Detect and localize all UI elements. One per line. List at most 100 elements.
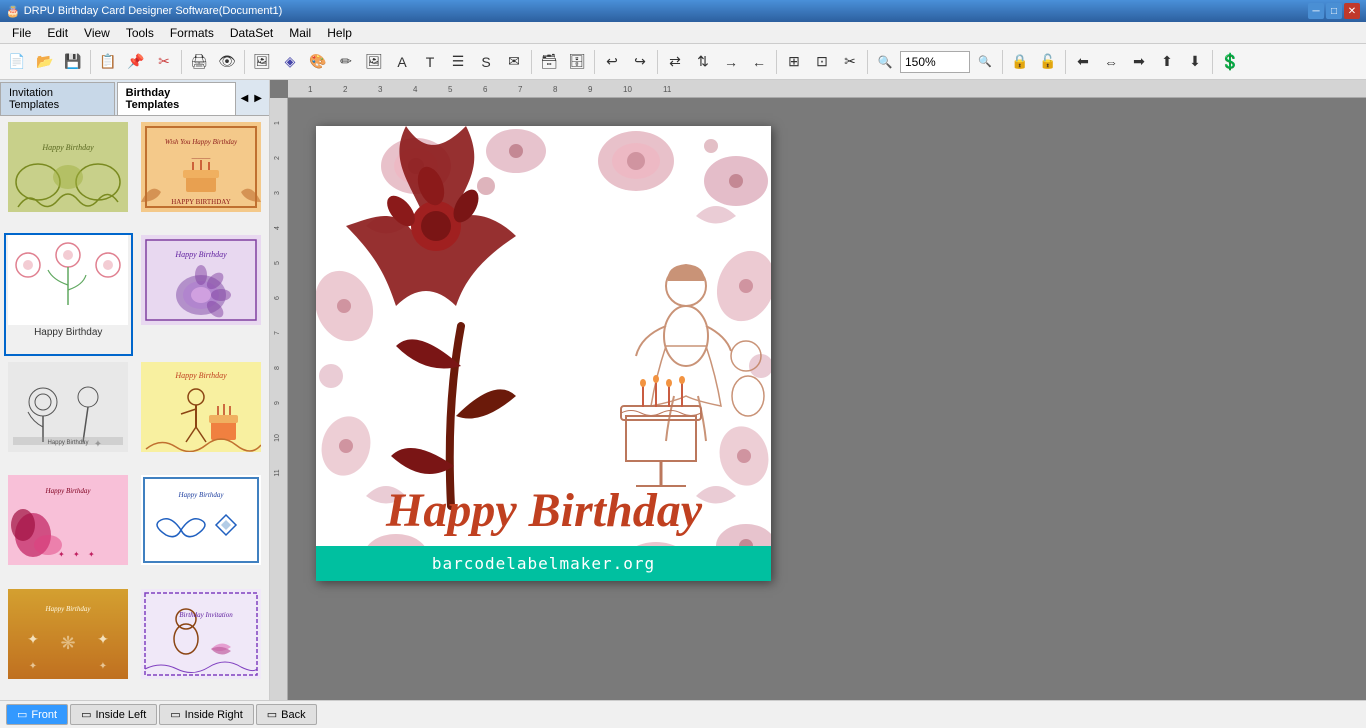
move-left-button[interactable]: ← <box>746 49 772 75</box>
lock-button[interactable]: 🔒 <box>1007 49 1033 75</box>
copy-button[interactable]: 📋 <box>95 49 121 75</box>
tab-next-arrow[interactable]: ▶ <box>251 91 265 106</box>
zoom-display: 150% <box>900 51 970 73</box>
textart-button[interactable]: A <box>389 49 415 75</box>
template-6[interactable]: Happy Birthday <box>137 360 266 469</box>
menu-help[interactable]: Help <box>319 24 360 42</box>
svg-text:2: 2 <box>343 85 348 94</box>
view-back-button[interactable]: ▭ Back <box>256 704 317 725</box>
svg-text:HAPPY BIRTHDAY: HAPPY BIRTHDAY <box>171 198 231 206</box>
separator-4 <box>531 50 532 74</box>
template-9-svg: Happy Birthday ✦ ❋ ✦ ✦ ✦ <box>8 589 128 679</box>
zoom-out-button[interactable]: 🔍 <box>972 49 998 75</box>
view-front-button[interactable]: ▭ Front <box>6 704 68 725</box>
redo-button[interactable]: ↪ <box>627 49 653 75</box>
separator-5 <box>594 50 595 74</box>
template-9[interactable]: Happy Birthday ✦ ❋ ✦ ✦ ✦ <box>4 587 133 696</box>
undo-button[interactable]: ↩ <box>599 49 625 75</box>
minimize-button[interactable]: ─ <box>1308 3 1324 19</box>
tab-arrows: ◀ ▶ <box>238 91 265 106</box>
svg-text:Happy Birthday: Happy Birthday <box>45 487 92 495</box>
template-8[interactable]: Happy Birthday <box>137 473 266 582</box>
db1-button[interactable]: 🗃 <box>536 49 562 75</box>
email-button[interactable]: ✉ <box>501 49 527 75</box>
menu-edit[interactable]: Edit <box>39 24 76 42</box>
color-button[interactable]: 🎨 <box>305 49 331 75</box>
template-4-canvas: Happy Birthday <box>141 235 261 325</box>
preview-button[interactable]: 👁 <box>214 49 240 75</box>
textbox-button[interactable]: ☰ <box>445 49 471 75</box>
paste-button[interactable]: 📌 <box>123 49 149 75</box>
new-button[interactable]: 📄 <box>4 49 30 75</box>
save-button[interactable]: 💾 <box>60 49 86 75</box>
menu-file[interactable]: File <box>4 24 39 42</box>
inside-right-label: Inside Right <box>185 709 243 721</box>
template-7[interactable]: Happy Birthday ✦ ✦ ✦ <box>4 473 133 582</box>
db2-button[interactable]: 🗄 <box>564 49 590 75</box>
print-button[interactable]: 🖨 <box>186 49 212 75</box>
dollar-button[interactable]: 💲 <box>1217 49 1243 75</box>
canvas-area: 1 2 3 4 5 6 7 8 9 10 11 1 2 3 4 5 6 <box>270 80 1366 700</box>
separator-11 <box>1212 50 1213 74</box>
inside-left-icon: ▭ <box>81 708 91 721</box>
image-button[interactable]: 🖼 <box>249 49 275 75</box>
shape-button[interactable]: ◈ <box>277 49 303 75</box>
template-5[interactable]: Happy Birthday ✦ <box>4 360 133 469</box>
move-up-button[interactable]: ⬆ <box>1154 49 1180 75</box>
move-right2-button[interactable]: ➡ <box>1126 49 1152 75</box>
template-10-canvas: Birthday Invitation <box>141 589 261 679</box>
move-left2-button[interactable]: ⬅ <box>1070 49 1096 75</box>
image2-button[interactable]: 🖼 <box>361 49 387 75</box>
svg-text:8: 8 <box>553 85 558 94</box>
template-2[interactable]: Wish You Happy Birthday ——— HAPPY BIRTHD… <box>137 120 266 229</box>
main-card-svg: Happy Birthday <box>316 126 771 581</box>
menu-formats[interactable]: Formats <box>162 24 222 42</box>
menu-tools[interactable]: Tools <box>118 24 162 42</box>
svg-text:✦: ✦ <box>94 439 102 450</box>
table-button[interactable]: ⊞ <box>781 49 807 75</box>
template-1[interactable]: Happy Birthday <box>4 120 133 229</box>
tab-birthday[interactable]: Birthday Templates <box>117 82 236 115</box>
card-canvas[interactable]: Happy Birthday barcodelabelmaker.org <box>316 126 771 581</box>
svg-text:3: 3 <box>274 191 281 195</box>
flip-h-button[interactable]: ⇄ <box>662 49 688 75</box>
template-3[interactable]: Happy Birthday <box>4 233 133 355</box>
signature-button[interactable]: S <box>473 49 499 75</box>
flip-v-button[interactable]: ⇅ <box>690 49 716 75</box>
crop-button[interactable]: ✂ <box>837 49 863 75</box>
close-button[interactable]: ✕ <box>1344 3 1360 19</box>
template-10[interactable]: Birthday Invitation <box>137 587 266 696</box>
menubar: File Edit View Tools Formats DataSet Mai… <box>0 22 1366 44</box>
move-right-button[interactable]: → <box>718 49 744 75</box>
move-down-button[interactable]: ⬇ <box>1182 49 1208 75</box>
svg-text:1: 1 <box>308 85 313 94</box>
template-3-svg <box>8 235 128 325</box>
tab-invitation[interactable]: Invitation Templates <box>0 82 115 115</box>
mirror-button[interactable]: ⇔ <box>1098 49 1124 75</box>
menu-mail[interactable]: Mail <box>281 24 319 42</box>
template-5-canvas: Happy Birthday ✦ <box>8 362 128 452</box>
maximize-button[interactable]: □ <box>1326 3 1342 19</box>
svg-text:10: 10 <box>623 85 632 94</box>
template-8-svg: Happy Birthday <box>141 475 261 565</box>
view-inside-right-button[interactable]: ▭ Inside Right <box>159 704 254 725</box>
grid-button[interactable]: ⊡ <box>809 49 835 75</box>
left-panel: Invitation Templates Birthday Templates … <box>0 80 270 700</box>
menu-view[interactable]: View <box>76 24 118 42</box>
svg-text:Happy Birthday: Happy Birthday <box>385 484 703 537</box>
pen-button[interactable]: ✏ <box>333 49 359 75</box>
svg-text:4: 4 <box>413 85 418 94</box>
inside-right-icon: ▭ <box>170 708 180 721</box>
tab-prev-arrow[interactable]: ◀ <box>238 91 252 106</box>
open-button[interactable]: 📂 <box>32 49 58 75</box>
unlock-button[interactable]: 🔓 <box>1035 49 1061 75</box>
app-icon: 🎂 <box>6 5 20 18</box>
title-text: DRPU Birthday Card Designer Software(Doc… <box>24 5 283 17</box>
menu-dataset[interactable]: DataSet <box>222 24 281 42</box>
svg-text:Happy Birthday: Happy Birthday <box>177 491 224 499</box>
template-4[interactable]: Happy Birthday <box>137 233 266 355</box>
text-button[interactable]: T <box>417 49 443 75</box>
ruler-vertical: 1 2 3 4 5 6 7 8 9 10 11 <box>270 98 288 700</box>
cut-button[interactable]: ✂ <box>151 49 177 75</box>
view-inside-left-button[interactable]: ▭ Inside Left <box>70 704 157 725</box>
